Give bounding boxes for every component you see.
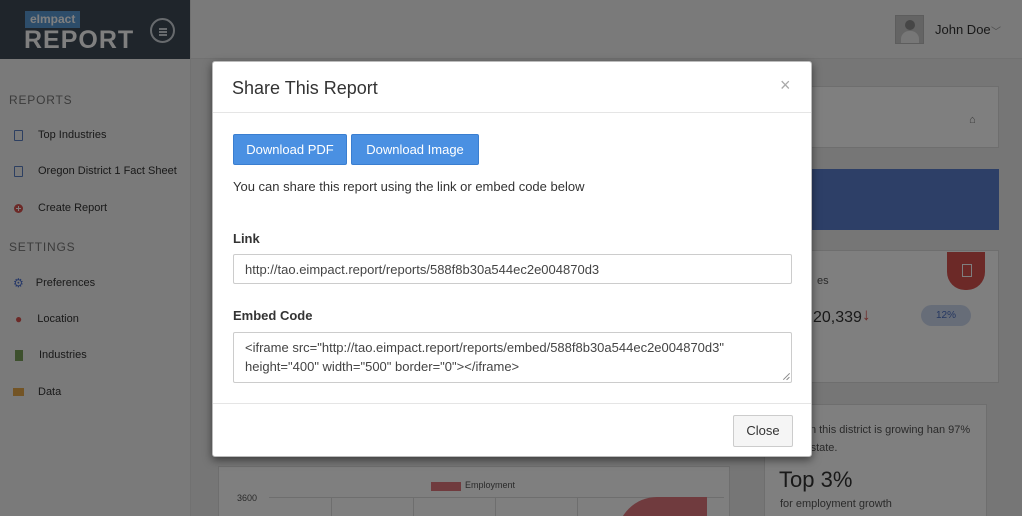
download-image-button[interactable]: Download Image: [351, 134, 479, 165]
close-button[interactable]: Close: [733, 415, 793, 447]
modal-header: Share This Report ×: [213, 62, 811, 113]
download-pdf-button[interactable]: Download PDF: [233, 134, 347, 165]
share-description: You can share this report using the link…: [233, 179, 585, 194]
modal-footer-divider: [213, 403, 811, 404]
modal-title: Share This Report: [232, 78, 378, 98]
embed-code-textarea[interactable]: <iframe src="http://tao.eimpact.report/r…: [233, 332, 792, 383]
close-icon[interactable]: ×: [780, 76, 791, 94]
link-input[interactable]: [233, 254, 792, 284]
resize-handle-icon[interactable]: [782, 372, 790, 380]
link-label: Link: [233, 231, 260, 246]
embed-code-label: Embed Code: [233, 308, 313, 323]
share-report-modal: Share This Report × Download PDF Downloa…: [212, 61, 812, 457]
